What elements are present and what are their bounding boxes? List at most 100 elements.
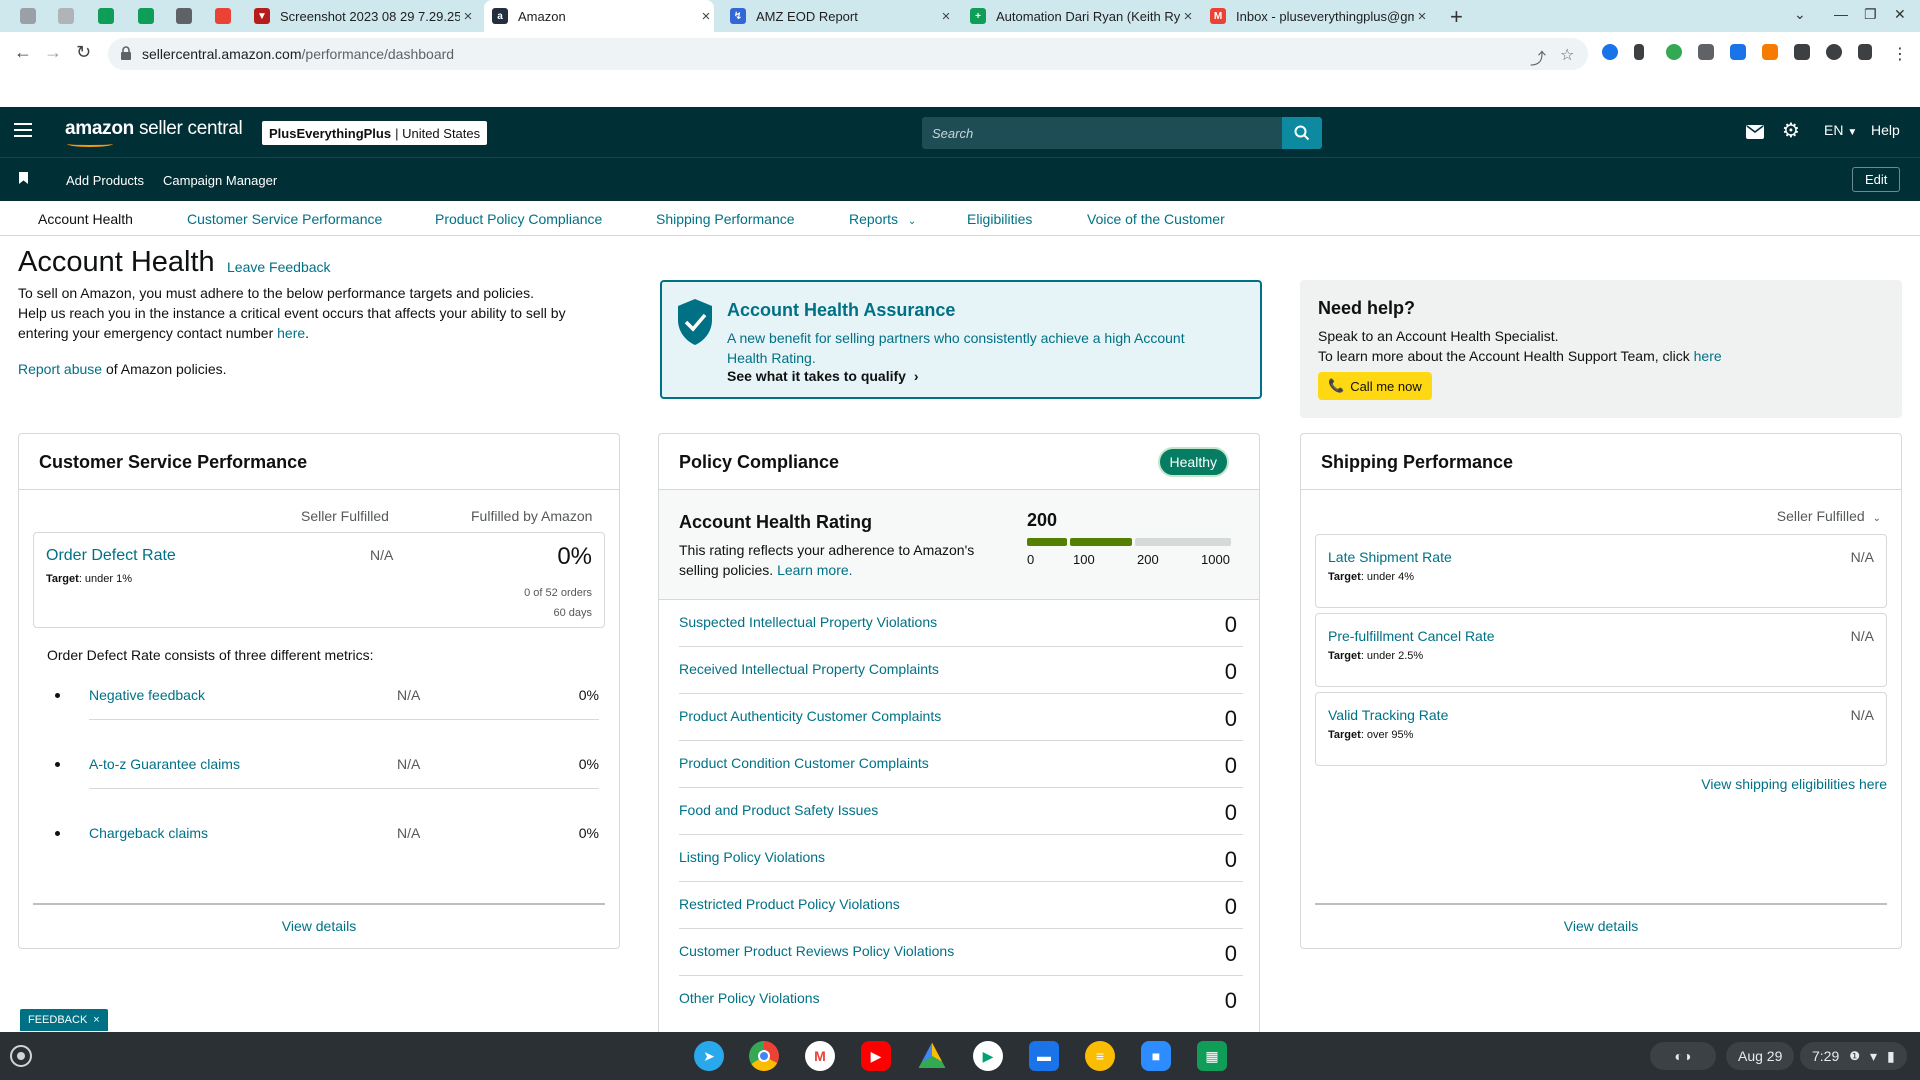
more-menu-icon[interactable]: ⋮ (1892, 44, 1908, 63)
negative-feedback-link[interactable]: Negative feedback (89, 687, 205, 703)
violation-link[interactable]: Food and Product Safety Issues (679, 802, 878, 818)
view-details-link[interactable]: View details (1301, 918, 1901, 934)
help-link[interactable]: Help (1871, 122, 1900, 138)
sheets-icon[interactable]: ▦ (1197, 1041, 1227, 1071)
date-display[interactable]: Aug 29 (1726, 1042, 1795, 1070)
extension-arrow-icon[interactable] (1634, 44, 1644, 60)
add-products-link[interactable]: Add Products (66, 173, 144, 188)
support-team-link[interactable]: here (1694, 348, 1722, 364)
settings-gear-icon[interactable]: ⚙ (1782, 118, 1800, 143)
feedback-tab[interactable]: FEEDBACK × (20, 1009, 108, 1031)
edit-button[interactable]: Edit (1852, 167, 1901, 192)
sheets-tab-icon[interactable] (138, 8, 154, 24)
close-tab-icon[interactable]: × (460, 8, 476, 25)
minimize-icon[interactable]: — (1834, 6, 1848, 22)
extension-icon[interactable] (1698, 44, 1714, 60)
violation-link[interactable]: Product Authenticity Customer Complaints (679, 708, 941, 724)
gmail-icon[interactable]: M (805, 1041, 835, 1071)
sheets-tab-icon[interactable] (176, 8, 192, 24)
side-panel-icon[interactable] (1858, 44, 1872, 60)
extension-icon[interactable] (1826, 44, 1842, 60)
telegram-icon[interactable]: ➤ (694, 1041, 724, 1071)
close-window-icon[interactable]: ✕ (1894, 6, 1906, 23)
bookmark-icon[interactable] (19, 172, 28, 184)
search-input[interactable]: Search (922, 117, 1282, 149)
order-defect-rate-link[interactable]: Order Defect Rate (46, 547, 176, 565)
tab-inbox[interactable]: M Inbox - pluseverythingplus@gm × (1210, 0, 1430, 32)
close-icon[interactable]: × (93, 1014, 99, 1026)
late-shipment-rate-link[interactable]: Late Shipment Rate (1328, 549, 1452, 565)
extension-icon[interactable] (1602, 44, 1618, 60)
violation-link[interactable]: Customer Product Reviews Policy Violatio… (679, 943, 954, 959)
chrome-icon[interactable] (749, 1041, 779, 1071)
extension-icon[interactable] (1730, 44, 1746, 60)
a-to-z-claims-link[interactable]: A-to-z Guarantee claims (89, 756, 240, 772)
tab-shipping-performance[interactable]: Shipping Performance (656, 211, 795, 227)
learn-more-link[interactable]: Learn more. (777, 562, 852, 578)
pinned-tab-icon[interactable] (58, 8, 74, 24)
status-tray[interactable]: 7:29 ❶ ▾ ▮ (1800, 1042, 1907, 1070)
call-me-now-button[interactable]: 📞 Call me now (1318, 372, 1432, 400)
phone-hub-icon[interactable]: ◐◑ (1650, 1042, 1716, 1070)
shipping-eligibilities-link[interactable]: View shipping eligibilities here (1701, 776, 1887, 792)
forward-arrow-icon[interactable]: → (44, 42, 62, 63)
play-store-icon[interactable]: ▶ (973, 1041, 1003, 1071)
tab-voice-of-the-customer[interactable]: Voice of the Customer (1087, 211, 1225, 227)
tab-account-health[interactable]: Account Health (38, 211, 133, 227)
tab-automation[interactable]: + Automation Dari Ryan (Keith Ry × (970, 0, 1196, 32)
gmail-tab-icon[interactable] (215, 8, 231, 24)
close-tab-icon[interactable]: × (1414, 8, 1430, 25)
close-tab-icon[interactable]: × (1180, 8, 1196, 25)
tab-eligibilities[interactable]: Eligibilities (967, 211, 1032, 227)
leave-feedback-link[interactable]: Leave Feedback (227, 259, 331, 275)
tab-product-policy-compliance[interactable]: Product Policy Compliance (435, 211, 602, 227)
url-bar[interactable]: sellercentral.amazon.com/performance/das… (108, 38, 1588, 70)
new-tab-icon[interactable]: + (1450, 4, 1463, 30)
bookmark-star-icon[interactable]: ☆ (1560, 45, 1574, 65)
tab-screenshot[interactable]: ▼ Screenshot 2023 08 29 7.29.25 × (254, 0, 476, 32)
violation-link[interactable]: Other Policy Violations (679, 990, 820, 1006)
back-arrow-icon[interactable]: ← (14, 42, 32, 63)
violation-link[interactable]: Suspected Intellectual Property Violatio… (679, 614, 937, 630)
merchant-marketplace-switcher[interactable]: PlusEverythingPlus | United States (262, 121, 488, 145)
violation-link[interactable]: Restricted Product Policy Violations (679, 896, 900, 912)
launcher-icon[interactable] (10, 1045, 32, 1067)
campaign-manager-link[interactable]: Campaign Manager (163, 173, 277, 188)
zoom-icon[interactable]: ■ (1141, 1041, 1171, 1071)
keep-notes-icon[interactable]: ≡ (1085, 1041, 1115, 1071)
pre-fulfillment-cancel-rate-link[interactable]: Pre-fulfillment Cancel Rate (1328, 628, 1495, 644)
youtube-icon[interactable]: ▶ (861, 1041, 891, 1071)
pinned-tab-icon[interactable] (20, 8, 36, 24)
files-icon[interactable]: ▬ (1029, 1041, 1059, 1071)
violation-link[interactable]: Listing Policy Violations (679, 849, 825, 865)
language-selector[interactable]: EN ▼ (1824, 122, 1857, 138)
valid-tracking-rate-link[interactable]: Valid Tracking Rate (1328, 707, 1448, 723)
extension-icon[interactable] (1666, 44, 1682, 60)
hamburger-menu-icon[interactable] (14, 123, 32, 137)
google-drive-icon[interactable] (918, 1042, 946, 1068)
close-tab-icon[interactable]: × (938, 8, 954, 25)
reload-icon[interactable]: ↻ (76, 42, 91, 63)
tab-search-chevron-icon[interactable]: ⌄ (1794, 6, 1806, 23)
tab-amazon[interactable]: a Amazon × (484, 0, 714, 32)
report-abuse-link[interactable]: Report abuse (18, 361, 102, 377)
share-icon[interactable]: ⤴ (1530, 45, 1546, 69)
mail-icon[interactable] (1746, 125, 1764, 139)
fulfillment-selector[interactable]: Seller Fulfilled ⌄ (1777, 508, 1881, 524)
violation-link[interactable]: Received Intellectual Property Complaint… (679, 661, 939, 677)
tab-customer-service-performance[interactable]: Customer Service Performance (187, 211, 382, 227)
qualify-link[interactable]: See what it takes to qualify › (727, 368, 919, 384)
view-details-link[interactable]: View details (19, 918, 619, 934)
sheets-tab-icon[interactable] (98, 8, 114, 24)
restore-icon[interactable]: ❐ (1864, 6, 1877, 23)
chargeback-claims-link[interactable]: Chargeback claims (89, 825, 208, 841)
emergency-contact-link[interactable]: here (277, 325, 305, 341)
seller-central-logo[interactable]: amazon seller central (65, 118, 243, 147)
tab-amz-eod-report[interactable]: ↯ AMZ EOD Report × (730, 0, 954, 32)
violation-link[interactable]: Product Condition Customer Complaints (679, 755, 929, 771)
search-button[interactable] (1282, 117, 1322, 149)
puzzle-icon[interactable] (1794, 44, 1810, 60)
extension-js-icon[interactable] (1762, 44, 1778, 60)
close-tab-icon[interactable]: × (698, 8, 714, 25)
tab-reports[interactable]: Reports ⌄ (849, 211, 916, 227)
